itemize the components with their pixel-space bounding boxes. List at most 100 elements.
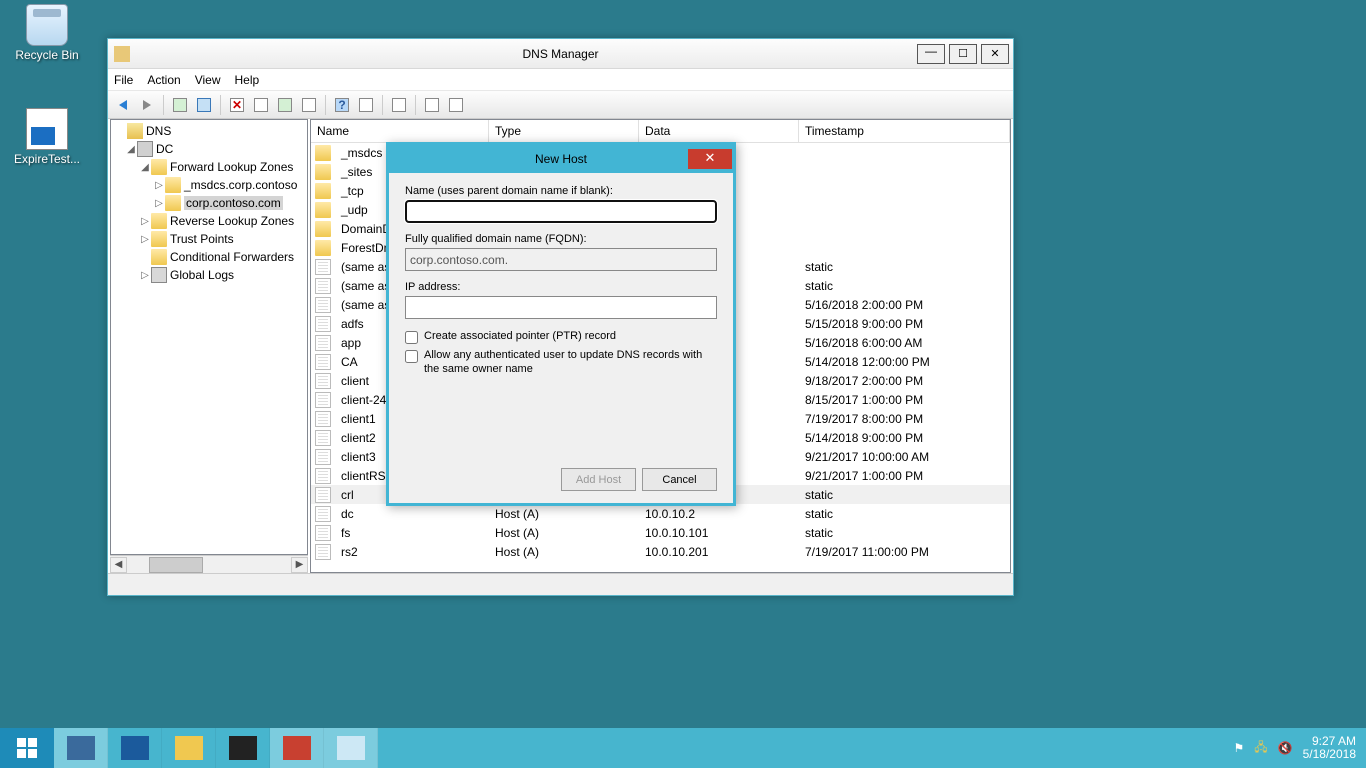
recycle-bin[interactable]: Recycle Bin	[10, 4, 84, 62]
ps1-label: ExpireTest...	[10, 152, 84, 166]
view1-button[interactable]	[421, 94, 443, 116]
cell-timestamp: static	[799, 526, 1010, 540]
forward-button[interactable]	[136, 94, 158, 116]
start-button[interactable]	[0, 728, 54, 768]
tree-server[interactable]: ◢DC	[111, 140, 307, 158]
taskbar-explorer[interactable]	[162, 728, 216, 768]
back-button[interactable]	[112, 94, 134, 116]
filter-button[interactable]	[388, 94, 410, 116]
col-name[interactable]: Name	[311, 120, 489, 142]
cell-timestamp: 5/14/2018 12:00:00 PM	[799, 355, 1010, 369]
table-row[interactable]: fsHost (A)10.0.10.101static	[311, 523, 1010, 542]
menu-action[interactable]: Action	[147, 73, 180, 87]
tree-zone-msdcs[interactable]: ▷_msdcs.corp.contoso	[111, 176, 307, 194]
close-button[interactable]: ✕	[981, 44, 1009, 64]
menu-help[interactable]: Help	[235, 73, 260, 87]
cell-timestamp: 9/18/2017 2:00:00 PM	[799, 374, 1010, 388]
maximize-button[interactable]: ☐	[949, 44, 977, 64]
cell-type: Host (A)	[489, 507, 639, 521]
dns-taskbar-icon	[337, 736, 365, 760]
properties-button[interactable]	[250, 94, 272, 116]
filter-icon	[392, 98, 406, 112]
recycle-bin-icon	[26, 4, 68, 46]
taskbar-server-manager[interactable]	[54, 728, 108, 768]
record-icon	[315, 411, 331, 427]
ps1-file-icon	[26, 108, 68, 150]
help-button[interactable]: ?	[331, 94, 353, 116]
show-hide-tree-button[interactable]	[193, 94, 215, 116]
tree-conditional-forwarders[interactable]: Conditional Forwarders	[111, 248, 307, 266]
folder-icon	[151, 231, 167, 247]
tree-zone-corp-contoso[interactable]: ▷corp.contoso.com	[111, 194, 307, 212]
volume-icon[interactable]: 🔇	[1278, 741, 1293, 755]
menu-view[interactable]: View	[195, 73, 221, 87]
folder-icon	[315, 240, 331, 256]
table-row[interactable]: dcHost (A)10.0.10.2static	[311, 504, 1010, 523]
tree-reverse-zones[interactable]: ▷Reverse Lookup Zones	[111, 212, 307, 230]
titlebar[interactable]: DNS Manager — ☐ ✕	[108, 39, 1013, 69]
record-icon	[315, 392, 331, 408]
cell-timestamp: 7/19/2017 11:00:00 PM	[799, 545, 1010, 559]
ptr-checkbox[interactable]	[405, 331, 418, 344]
col-data[interactable]: Data	[639, 120, 799, 142]
flag-icon[interactable]: ⚑	[1234, 741, 1245, 755]
clock[interactable]: 9:27 AM 5/18/2018	[1303, 735, 1356, 761]
folder-icon	[315, 202, 331, 218]
taskbar: ⚑ 🖧 🔇 9:27 AM 5/18/2018	[0, 728, 1366, 768]
delete-button[interactable]: ✕	[226, 94, 248, 116]
minimize-button[interactable]: —	[917, 44, 945, 64]
col-type[interactable]: Type	[489, 120, 639, 142]
scroll-right-button[interactable]: ▶	[291, 557, 308, 573]
cell-name: dc	[335, 507, 489, 521]
help-icon: ?	[335, 98, 349, 112]
tree-root-dns[interactable]: DNS	[111, 122, 307, 140]
cell-name: rs2	[335, 545, 489, 559]
navigation-tree[interactable]: DNS ◢DC ◢Forward Lookup Zones ▷_msdcs.co…	[110, 119, 308, 555]
record-icon	[315, 297, 331, 313]
taskbar-cmd[interactable]	[216, 728, 270, 768]
cell-timestamp: 7/19/2017 8:00:00 PM	[799, 412, 1010, 426]
tree-forward-zones[interactable]: ◢Forward Lookup Zones	[111, 158, 307, 176]
folder-icon	[165, 177, 181, 193]
col-timestamp[interactable]: Timestamp	[799, 120, 1010, 142]
fqdn-label: Fully qualified domain name (FQDN):	[405, 233, 717, 245]
dialog-titlebar[interactable]: New Host ✕	[389, 145, 733, 173]
export-button[interactable]	[298, 94, 320, 116]
add-host-button[interactable]: Add Host	[561, 468, 636, 491]
auth-checkbox[interactable]	[405, 350, 418, 363]
refresh-button[interactable]	[274, 94, 296, 116]
menu-file[interactable]: File	[114, 73, 133, 87]
name-input[interactable]	[405, 200, 717, 223]
cell-data: 10.0.10.101	[639, 526, 799, 540]
explorer-icon	[175, 736, 203, 760]
window-title: DNS Manager	[108, 47, 1013, 61]
ip-label: IP address:	[405, 281, 717, 293]
view2-button[interactable]	[445, 94, 467, 116]
taskbar-dns-manager[interactable]	[324, 728, 378, 768]
record-icon	[315, 316, 331, 332]
powershell-script-shortcut[interactable]: ExpireTest...	[10, 108, 84, 166]
folder-icon	[315, 145, 331, 161]
ptr-checkbox-row: Create associated pointer (PTR) record	[405, 329, 717, 344]
network-icon[interactable]: 🖧	[1254, 738, 1267, 759]
cell-timestamp: static	[799, 260, 1010, 274]
options-button[interactable]	[355, 94, 377, 116]
server-manager-icon	[67, 736, 95, 760]
cell-timestamp: 5/16/2018 6:00:00 AM	[799, 336, 1010, 350]
view1-icon	[425, 98, 439, 112]
taskbar-admin-tools[interactable]	[270, 728, 324, 768]
folder-icon	[151, 249, 167, 265]
new-host-dialog: New Host ✕ Name (uses parent domain name…	[386, 142, 736, 506]
scroll-left-button[interactable]: ◀	[110, 557, 127, 573]
name-label: Name (uses parent domain name if blank):	[405, 185, 717, 197]
scroll-track[interactable]	[127, 557, 291, 573]
tree-trust-points[interactable]: ▷Trust Points	[111, 230, 307, 248]
up-button[interactable]	[169, 94, 191, 116]
tree-global-logs[interactable]: ▷Global Logs	[111, 266, 307, 284]
table-row[interactable]: rs2Host (A)10.0.10.2017/19/2017 11:00:00…	[311, 542, 1010, 561]
tree-scrollbar[interactable]: ◀ ▶	[110, 555, 308, 573]
scroll-thumb[interactable]	[149, 557, 203, 573]
ip-input[interactable]	[405, 296, 717, 319]
taskbar-powershell[interactable]	[108, 728, 162, 768]
cancel-button[interactable]: Cancel	[642, 468, 717, 491]
